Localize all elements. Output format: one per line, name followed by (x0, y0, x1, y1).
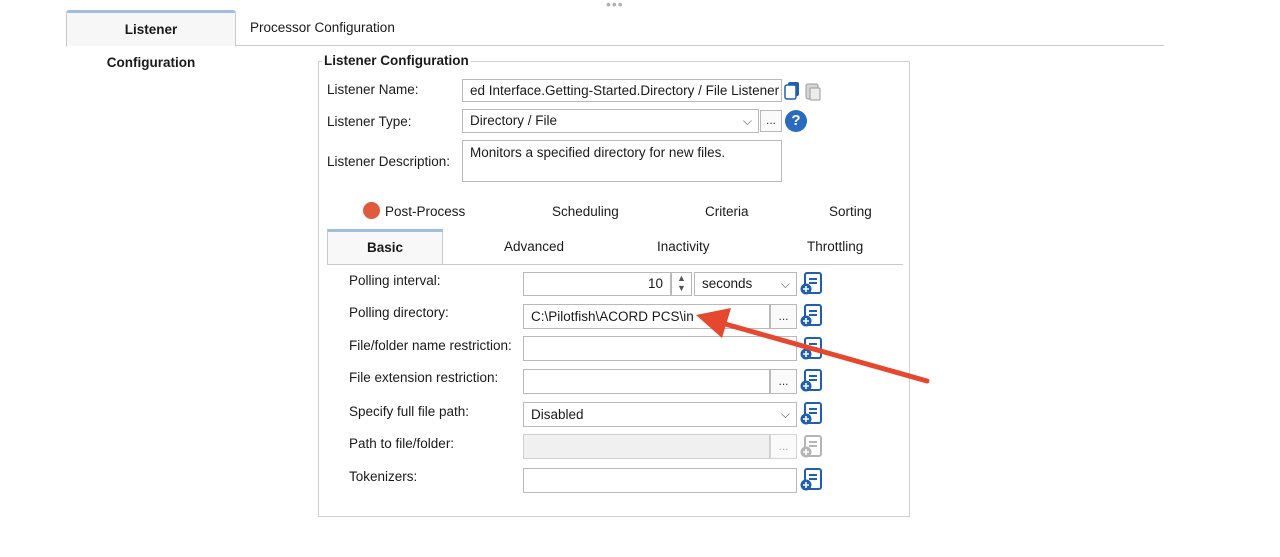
chevron-down-icon: ⌵ (780, 277, 790, 291)
polling-directory-input[interactable]: C:\Pilotfish\ACORD PCS\in (523, 304, 770, 329)
path-label: Path to file/folder: (349, 436, 455, 451)
group-title: Listener Configuration (322, 53, 471, 68)
help-icon[interactable]: ? (785, 110, 807, 132)
tokenizers-input[interactable] (523, 468, 797, 493)
tab-sorting[interactable]: Sorting (829, 204, 872, 219)
tab-processor-configuration[interactable]: Processor Configuration (236, 10, 409, 45)
polling-interval-unit-select[interactable]: seconds ⌵ (694, 272, 797, 296)
add-variable-icon[interactable] (800, 468, 824, 492)
listener-name-field[interactable]: ed Interface.Getting-Started.Directory /… (462, 79, 782, 102)
chevron-down-icon: ⌵ (780, 407, 790, 421)
polling-interval-spinner[interactable]: ▲ ▼ (671, 272, 692, 296)
listener-type-browse-button[interactable]: ... (760, 110, 782, 132)
extension-restriction-browse-button[interactable]: ... (770, 369, 797, 394)
path-browse-button: ... (770, 434, 797, 459)
add-variable-icon[interactable] (800, 337, 824, 361)
polling-interval-unit-value: seconds (702, 276, 753, 291)
listener-description-label: Listener Description: (327, 154, 451, 169)
add-variable-icon[interactable] (800, 304, 824, 328)
tab-listener-configuration[interactable]: Listener Configuration (66, 10, 236, 70)
tab-criteria[interactable]: Criteria (705, 204, 749, 219)
subtabs-divider (327, 264, 903, 265)
paste-icon[interactable] (804, 81, 822, 101)
full-path-select[interactable]: Disabled ⌵ (523, 402, 797, 427)
tab-basic[interactable]: Basic (327, 229, 443, 264)
polling-interval-label: Polling interval: (349, 273, 441, 288)
post-process-status-icon (363, 202, 380, 219)
full-path-label: Specify full file path: (349, 404, 470, 419)
name-restriction-input[interactable] (523, 336, 797, 361)
copy-icon[interactable] (784, 81, 802, 101)
name-restriction-label: File/folder name restriction: (349, 338, 512, 353)
add-variable-icon[interactable] (800, 402, 824, 426)
polling-directory-browse-button[interactable]: ... (770, 304, 797, 329)
tab-inactivity[interactable]: Inactivity (657, 239, 710, 254)
polling-directory-label: Polling directory: (349, 305, 449, 320)
listener-type-select[interactable]: Directory / File ⌵ (462, 109, 759, 133)
tab-post-process[interactable]: Post-Process (385, 204, 465, 219)
resize-grip[interactable]: ••• (606, 0, 624, 12)
extension-restriction-input[interactable] (523, 369, 770, 394)
add-variable-icon (800, 435, 822, 458)
listener-type-label: Listener Type: (327, 114, 412, 129)
add-variable-icon[interactable] (800, 272, 824, 296)
path-input (523, 434, 770, 459)
extension-restriction-label: File extension restriction: (349, 370, 499, 385)
tab-scheduling[interactable]: Scheduling (552, 204, 619, 219)
add-variable-icon[interactable] (800, 369, 824, 393)
full-path-value: Disabled (531, 407, 584, 422)
listener-type-value: Directory / File (470, 113, 558, 128)
tokenizers-label: Tokenizers: (349, 469, 418, 484)
listener-description-field[interactable]: Monitors a specified directory for new f… (462, 140, 782, 182)
chevron-down-icon: ⌵ (742, 114, 752, 128)
tab-throttling[interactable]: Throttling (807, 239, 863, 254)
tab-advanced[interactable]: Advanced (504, 239, 564, 254)
listener-name-label: Listener Name: (327, 82, 419, 97)
polling-interval-input[interactable]: 10 (523, 272, 671, 296)
